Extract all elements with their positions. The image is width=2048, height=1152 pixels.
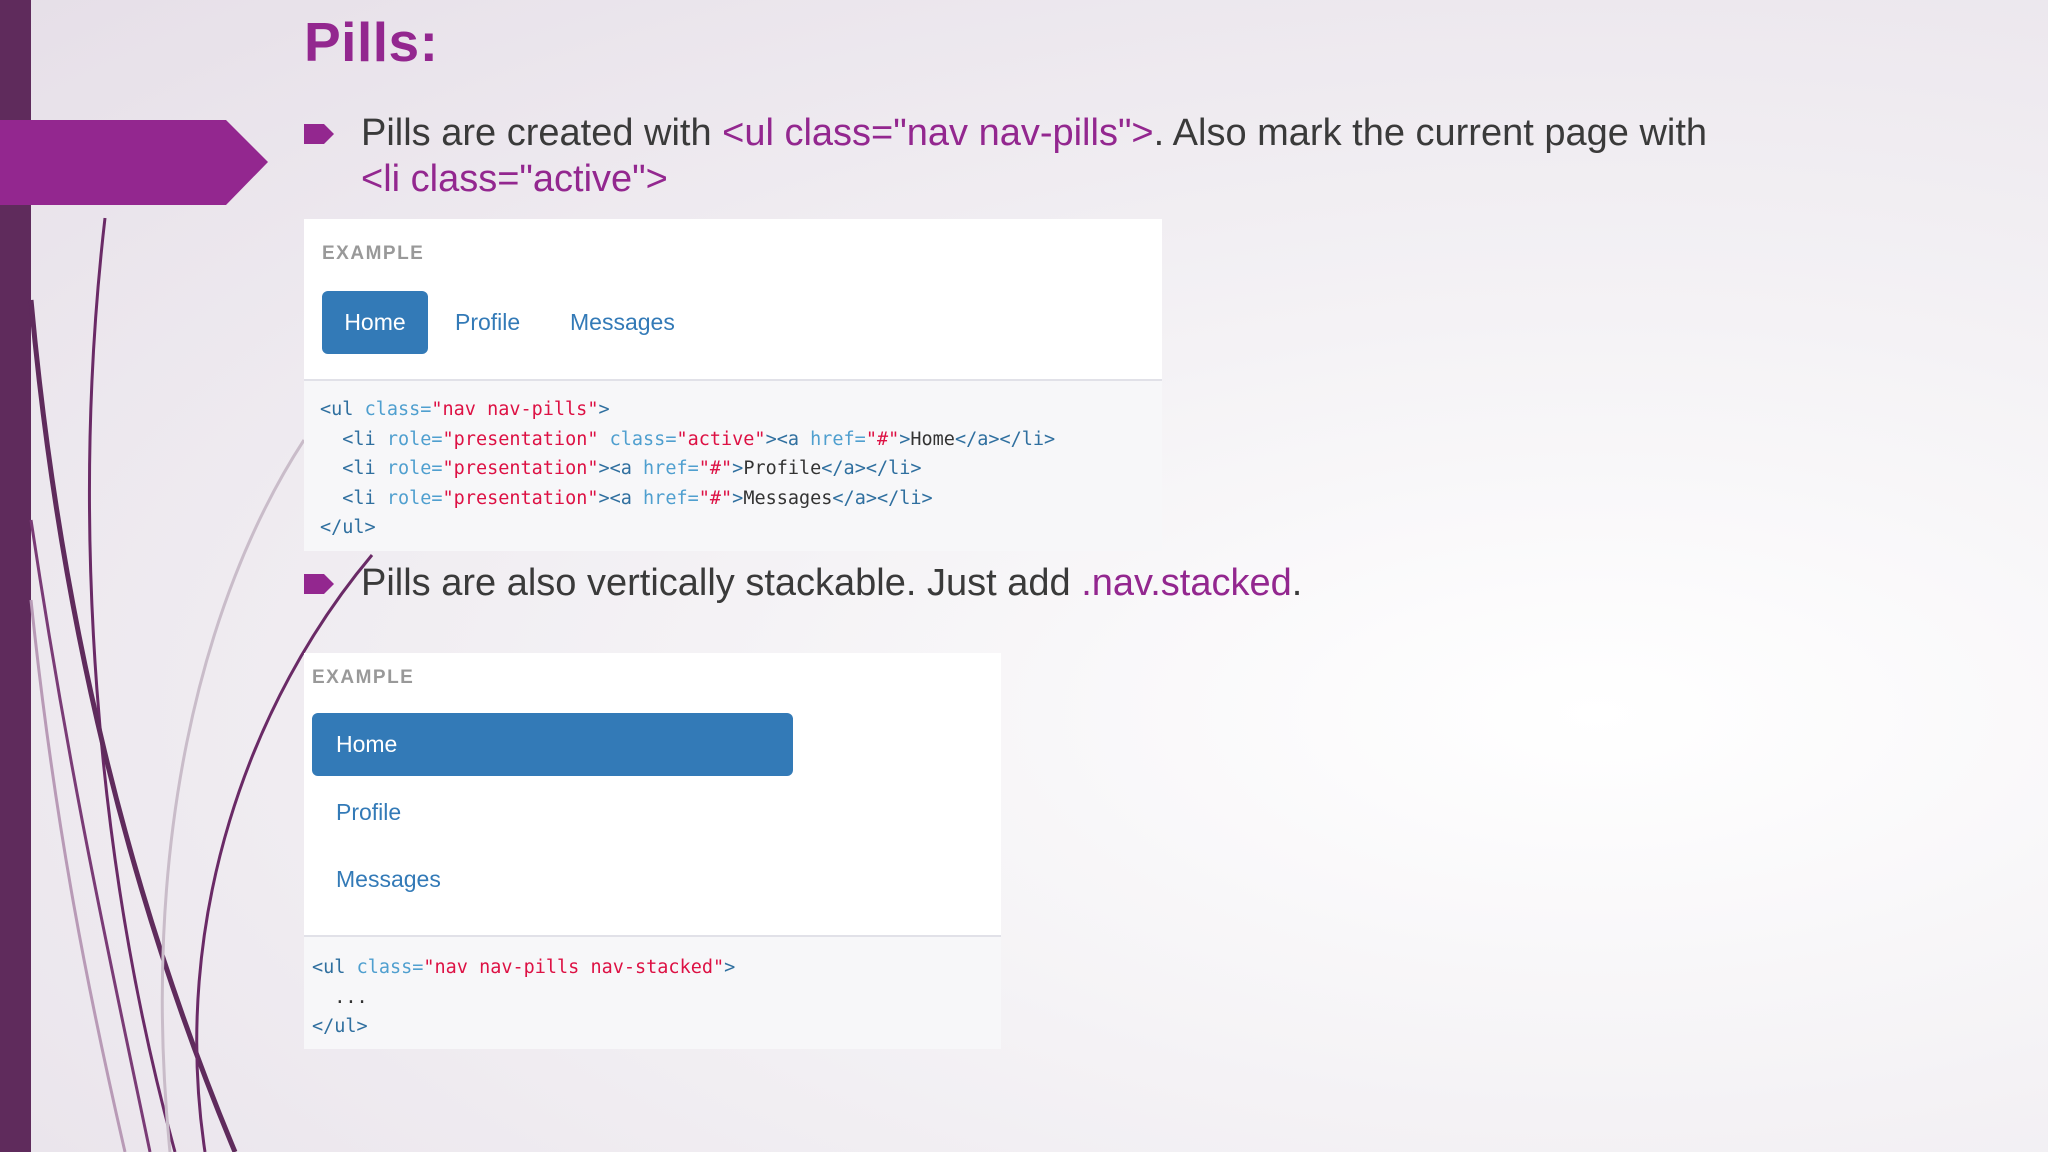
code-line: </ul>: [320, 517, 376, 538]
code-line: <li role="presentation"><a href="#">Prof…: [342, 458, 922, 479]
stacked-pill-messages[interactable]: Messages: [336, 848, 441, 911]
example-1-panel: EXAMPLE Home Profile Messages: [304, 219, 1162, 379]
example-1-label: EXAMPLE: [322, 243, 425, 264]
example-2-panel: EXAMPLE Home Profile Messages: [304, 653, 1001, 935]
pill-home[interactable]: Home: [322, 291, 428, 354]
code-line: ...: [334, 986, 368, 1008]
bullet-arrow-icon: [304, 574, 334, 594]
code-line: <li role="presentation" class="active"><…: [342, 428, 1056, 450]
pill-messages[interactable]: Messages: [570, 291, 675, 354]
code-line: </ul>: [312, 1016, 368, 1037]
bullet-2-text: Pills are also vertically stackable. Jus…: [361, 562, 1303, 604]
code-line: <ul class="nav nav-pills nav-stacked">: [312, 957, 736, 978]
example-2-label: EXAMPLE: [312, 667, 415, 688]
stacked-pill-home[interactable]: Home: [312, 713, 793, 776]
code-line: <li role="presentation"><a href="#">Mess…: [342, 487, 933, 509]
bullet-1-text: Pills are created with <ul class="nav na…: [361, 112, 1708, 200]
title-arrow-tab: [0, 120, 268, 205]
pill-profile[interactable]: Profile: [455, 291, 520, 354]
example-1-code-block: <ul class="nav nav-pills"> <li role="pre…: [304, 381, 1162, 551]
stacked-pill-profile[interactable]: Profile: [336, 781, 401, 844]
example-2-code-block: <ul class="nav nav-pills nav-stacked"> .…: [304, 937, 1001, 1049]
code-line: <ul class="nav nav-pills">: [320, 399, 610, 420]
slide-title: Pills:: [304, 11, 439, 73]
bullet-arrow-icon: [304, 124, 334, 144]
